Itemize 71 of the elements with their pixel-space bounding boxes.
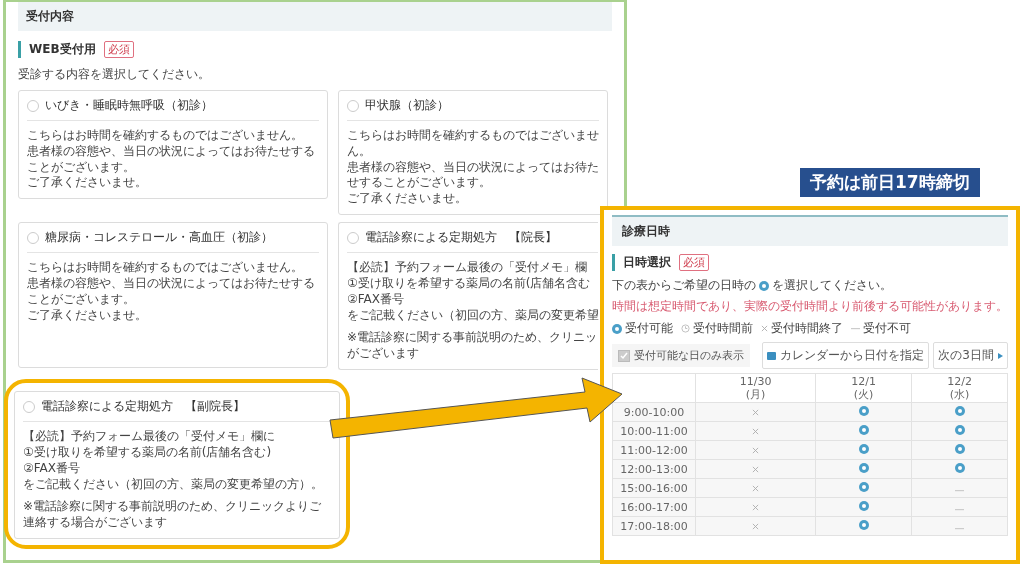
card-text: こちらはお時間を確約するものではございません。 患者様の容態や、当日の状況によってはお待たせすることがございます。 ご了承くださいませ。 xyxy=(27,128,316,192)
dash-icon xyxy=(851,327,860,330)
radio-button[interactable] xyxy=(347,99,359,112)
option-title: 甲状腺（初診） xyxy=(365,98,449,113)
available-icon xyxy=(858,424,869,435)
cross-icon xyxy=(752,522,760,530)
section-title: 日時選択 xyxy=(612,254,671,271)
section-title: WEB受付用 xyxy=(18,41,96,58)
caret-icon xyxy=(998,352,1003,359)
legend-label: 受付時間前 xyxy=(693,320,753,337)
card-text: 【必読】予約フォーム最後の「受付メモ」欄に ①受け取りを希望する薬局の名前(店舗名含む) ②FAX番号 をご記載ください（初回の方、薬局の変更希望の方）。 xyxy=(23,429,324,493)
available-icon xyxy=(954,462,965,473)
legend-label: 受付可能 xyxy=(625,320,673,337)
instruction-text: 受診する内容を選択してください。 xyxy=(18,66,211,83)
day-header: 11/30 (月) xyxy=(695,373,816,403)
section-header: 診療日時 xyxy=(612,215,1008,246)
filter-checkbox[interactable]: 受付可能な日のみ表示 xyxy=(612,344,750,367)
available-icon xyxy=(759,280,769,291)
checkbox[interactable] xyxy=(618,349,630,362)
available-icon xyxy=(954,405,965,416)
clock-icon xyxy=(681,324,690,333)
annotation-label: 予約は前日17時締切 xyxy=(800,168,980,197)
available-icon xyxy=(954,424,965,435)
available-icon xyxy=(858,462,869,473)
instruction-text: を選択してください。 xyxy=(772,277,892,294)
legend-label: 受付不可 xyxy=(863,320,911,337)
card-text: こちらはお時間を確約するものではございません。 患者様の容態や、当日の状況によってはお待たせすることがございます。 ご了承くださいませ。 xyxy=(27,260,316,324)
cross-icon xyxy=(761,325,768,332)
card-text: こちらはお時間を確約するものではございません。 患者様の容態や、当日の状況によってはお待たせすることがございます。 ご了承くださいませ。 xyxy=(347,128,599,208)
option-title: 電話診察による定期処方 【院長】 xyxy=(365,230,557,246)
option-title: 電話診察による定期処方 【副院長】 xyxy=(41,399,245,415)
cross-icon xyxy=(752,408,760,416)
cross-icon xyxy=(752,465,760,473)
option-card[interactable]: いびき・睡眠時無呼吸（初診） こちらはお時間を確約するものではございません。 患者様の容態や、当日の状況によってはお待たせすることがございます。 ご了承くださいませ。 xyxy=(18,90,328,200)
card-text: ※電話診察に関する事前説明のため、クリニッ がございます xyxy=(347,330,598,363)
option-card[interactable]: 糖尿病・コレステロール・高血圧（初診） こちらはお時間を確約するものではございません。 患者様の容態や、当日の状況によってはお待たせすることがございます。 ご了承くださいませ。 xyxy=(18,222,328,369)
radio-button[interactable] xyxy=(347,231,359,244)
available-icon xyxy=(858,519,869,530)
section-header: 受付内容 xyxy=(18,2,612,31)
available-icon xyxy=(858,405,869,416)
option-card[interactable]: 電話診察による定期処方 【院長】 【必読】予約フォーム最後の「受付メモ」欄 ①受け取りを希望する薬局の名前(店舗名含む ②FAX番号 をご記載ください（初回の方、薬局の変更希望 ※電話診察に関する事前説明のため、クリニッ がございます xyxy=(338,222,598,371)
option-title: 糖尿病・コレステロール・高血圧（初診） xyxy=(45,230,273,246)
cross-icon xyxy=(752,503,760,511)
legend-label: 受付時間終了 xyxy=(771,320,843,337)
note-text: 時間は想定時間であり、実際の受付時間より前後する可能性があります。 xyxy=(612,298,1008,315)
instruction-text: 下の表からご希望の日時の xyxy=(612,277,756,294)
required-tag: 必須 xyxy=(679,254,709,271)
calendar-button[interactable]: カレンダーから日付を指定 xyxy=(762,342,930,369)
dash-icon xyxy=(955,508,965,511)
cross-icon xyxy=(752,446,760,454)
available-icon xyxy=(858,481,869,492)
radio-button[interactable] xyxy=(27,99,39,112)
available-icon xyxy=(858,443,869,454)
card-text: 【必読】予約フォーム最後の「受付メモ」欄 ①受け取りを希望する薬局の名前(店舗名含む ②FAX番号 をご記載ください（初回の方、薬局の変更希望 xyxy=(347,260,598,324)
option-card[interactable]: 甲状腺（初診） こちらはお時間を確約するものではございません。 患者様の容態や、当日の状況によってはお待たせすることがございます。 ご了承くださいませ。 xyxy=(338,90,608,216)
radio-button[interactable] xyxy=(23,400,35,413)
card-text: ※電話診察に関する事前説明のため、クリニックよりご連絡する場合がございます xyxy=(23,499,323,532)
day-header: 12/1 (火) xyxy=(815,373,912,403)
next-button[interactable]: 次の3日間 xyxy=(933,342,1008,369)
dash-icon xyxy=(955,527,965,530)
cross-icon xyxy=(752,427,760,435)
required-tag: 必須 xyxy=(103,41,134,58)
radio-button[interactable] xyxy=(27,231,39,244)
available-icon xyxy=(954,443,965,454)
available-icon xyxy=(858,500,869,511)
option-title: いびき・睡眠時無呼吸（初診） xyxy=(45,98,213,113)
day-header: 12/2 (水) xyxy=(911,373,1008,403)
available-icon xyxy=(612,323,622,334)
dash-icon xyxy=(955,489,965,492)
option-card[interactable]: 電話診察による定期処方 【副院長】 【必読】予約フォーム最後の「受付メモ」欄に ①受け取りを希望する薬局の名前(店舗名含む) ②FAX番号 をご記載ください（初回の方、薬局の変更希望の方）。 ※電話診察に関する事前説明のため、クリニックよりご連絡する場合がございます xyxy=(14,391,340,540)
cross-icon xyxy=(752,484,760,492)
